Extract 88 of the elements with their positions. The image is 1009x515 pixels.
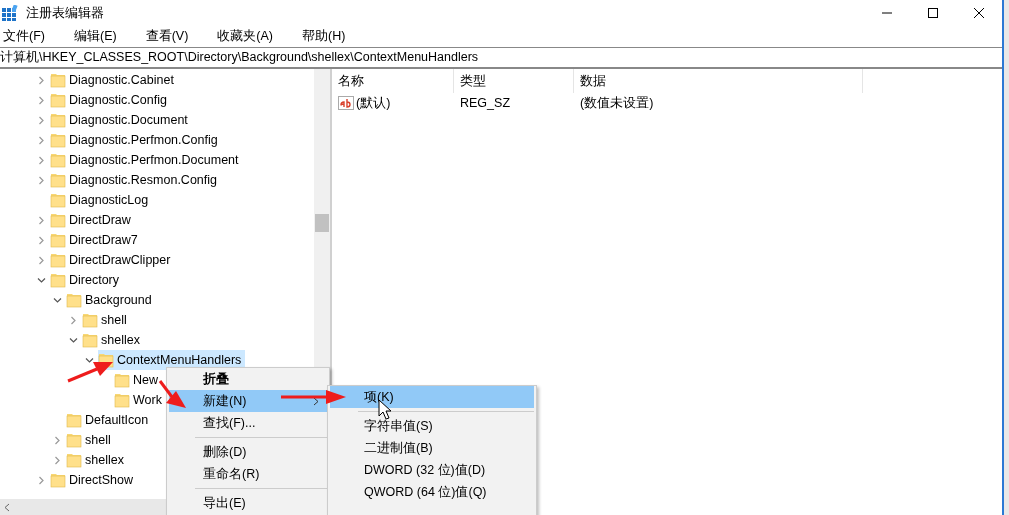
collapse-chevron-icon[interactable]: [37, 275, 46, 285]
registry-app-icon: [2, 5, 18, 21]
expand-chevron-icon[interactable]: [69, 315, 78, 325]
menu-item[interactable]: 二进制值(B): [330, 437, 534, 459]
expand-chevron-icon[interactable]: [53, 455, 62, 465]
expand-chevron-icon[interactable]: [53, 435, 62, 445]
expand-chevron-icon[interactable]: [37, 255, 46, 265]
tree-item[interactable]: ContextMenuHandlers: [98, 350, 246, 370]
folder-icon: [50, 192, 66, 208]
tree-item[interactable]: Background: [66, 290, 156, 310]
value-data: (数值未设置): [579, 94, 655, 112]
collapse-chevron-icon[interactable]: [69, 335, 78, 345]
menu-item[interactable]: 字符串值(S): [330, 415, 534, 437]
tree-item[interactable]: DirectShow: [50, 470, 137, 490]
annotation-arrow: [281, 390, 346, 404]
tree-item[interactable]: DirectDraw7: [50, 230, 142, 250]
tree-item[interactable]: Diagnostic.Config: [50, 90, 171, 110]
folder-icon: [50, 212, 66, 228]
folder-icon: [82, 312, 98, 328]
scroll-left-icon[interactable]: [4, 502, 10, 512]
folder-icon: [114, 392, 130, 408]
tree-item[interactable]: Diagnostic.Perfmon.Config: [50, 130, 222, 150]
tree-item[interactable]: New: [114, 370, 162, 390]
tree-item[interactable]: shell: [66, 430, 115, 450]
folder-icon: [50, 112, 66, 128]
folder-icon: [66, 432, 82, 448]
column-header[interactable]: 名称: [332, 69, 454, 93]
annotation-arrow: [67, 362, 113, 383]
string-value-icon: [338, 96, 354, 110]
folder-icon: [50, 92, 66, 108]
menu-item[interactable]: 收藏夹(A): [216, 27, 274, 45]
expand-chevron-icon[interactable]: [37, 135, 46, 145]
address-field[interactable]: 计算机\HKEY_CLASSES_ROOT\Directory\Background\shellex\ContextMenuHandlers: [0, 47, 1002, 69]
column-header[interactable]: 数据: [574, 69, 863, 93]
expand-chevron-icon[interactable]: [37, 235, 46, 245]
folder-icon: [66, 292, 82, 308]
folder-icon: [50, 472, 66, 488]
expand-chevron-icon[interactable]: [37, 475, 46, 485]
tree-item[interactable]: Work: [114, 390, 166, 410]
expand-chevron-icon[interactable]: [37, 175, 46, 185]
folder-icon: [50, 172, 66, 188]
tree-item[interactable]: DiagnosticLog: [50, 190, 153, 210]
folder-icon: [50, 132, 66, 148]
menu-item[interactable]: 导出(E): [169, 492, 327, 514]
tree-item[interactable]: Directory: [50, 270, 123, 290]
tree-item[interactable]: Diagnostic.Cabinet: [50, 70, 178, 90]
folder-icon: [50, 252, 66, 268]
folder-icon: [66, 452, 82, 468]
expand-chevron-icon[interactable]: [37, 155, 46, 165]
value-type: REG_SZ: [459, 96, 511, 110]
folder-icon: [114, 372, 130, 388]
tree-item[interactable]: shell: [82, 310, 131, 330]
tree-item[interactable]: shellex: [82, 330, 144, 350]
tree-item[interactable]: DirectDraw: [50, 210, 135, 230]
menu-item[interactable]: 帮助(H): [301, 27, 347, 45]
column-header[interactable]: 类型: [454, 69, 574, 93]
maximize-icon: [927, 7, 939, 19]
menu-item[interactable]: 新建(N): [169, 390, 327, 412]
tree-item[interactable]: DefaultIcon: [66, 410, 153, 430]
expand-chevron-icon[interactable]: [37, 115, 46, 125]
window-title: 注册表编辑器: [26, 4, 104, 22]
tree-item[interactable]: DirectDrawClipper: [50, 250, 175, 270]
tree-item[interactable]: shellex: [66, 450, 128, 470]
close-icon: [973, 7, 985, 19]
menu-item[interactable]: QWORD (64 位)值(Q): [330, 481, 534, 503]
tree-item[interactable]: Diagnostic.Perfmon.Document: [50, 150, 243, 170]
collapse-chevron-icon[interactable]: [85, 355, 94, 365]
collapse-chevron-icon[interactable]: [53, 295, 62, 305]
tree-item[interactable]: Diagnostic.Document: [50, 110, 192, 130]
folder-icon: [50, 152, 66, 168]
menu-item[interactable]: DWORD (32 位)值(D): [330, 459, 534, 481]
menu-item[interactable]: 文件(F): [2, 27, 46, 45]
menu-item[interactable]: 折叠: [169, 368, 327, 390]
menu-item[interactable]: 编辑(E): [72, 27, 118, 45]
menu-item[interactable]: 重命名(R): [169, 463, 327, 485]
menu-item[interactable]: 查看(V): [144, 27, 190, 45]
value-name: (默认): [356, 94, 391, 112]
folder-icon: [66, 412, 82, 428]
menu-item[interactable]: 查找(F)...: [169, 412, 327, 434]
expand-chevron-icon[interactable]: [37, 95, 46, 105]
expand-chevron-icon[interactable]: [37, 215, 46, 225]
expand-chevron-icon[interactable]: [37, 75, 46, 85]
menu-item[interactable]: 删除(D): [169, 441, 327, 463]
folder-icon: [50, 232, 66, 248]
folder-icon: [50, 272, 66, 288]
tree-item[interactable]: Diagnostic.Resmon.Config: [50, 170, 221, 190]
folder-icon: [82, 332, 98, 348]
folder-icon: [50, 72, 66, 88]
